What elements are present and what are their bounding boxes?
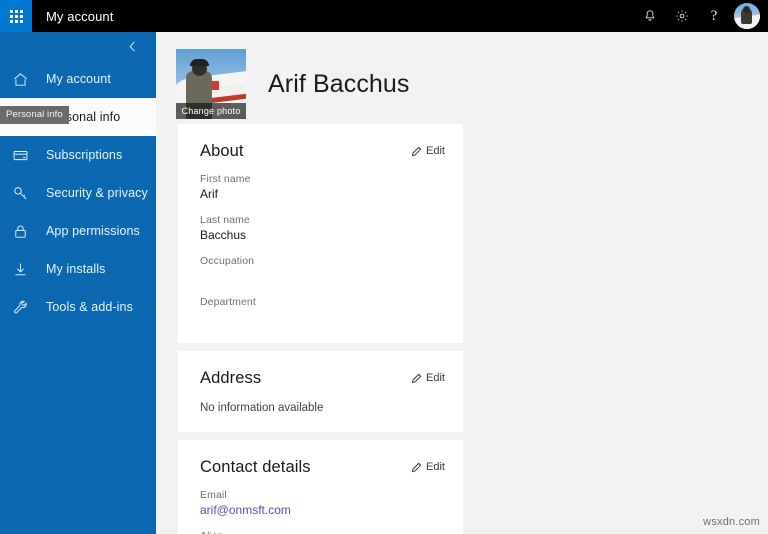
gear-icon[interactable]	[666, 0, 698, 32]
department-value	[200, 310, 445, 325]
sidebar-item-my-account[interactable]: My account	[0, 60, 156, 98]
contact-details-card: Contact details Edit Email arif@onmsft.c…	[178, 440, 463, 534]
home-icon	[12, 71, 40, 88]
help-icon[interactable]: ?	[698, 0, 730, 32]
avatar-head	[743, 6, 750, 13]
last-name-field: Last name Bacchus	[200, 214, 445, 243]
change-photo-button[interactable]: Change photo	[176, 103, 246, 119]
address-card-title: Address	[200, 369, 262, 387]
pencil-icon	[411, 462, 422, 473]
email-field: Email arif@onmsft.com	[200, 489, 445, 518]
key-icon	[12, 185, 40, 202]
email-label: Email	[200, 489, 227, 501]
last-name-label: Last name	[200, 214, 250, 226]
app-title: My account	[46, 8, 114, 24]
watermark: wsxdn.com	[703, 516, 760, 528]
sidebar-item-my-installs[interactable]: My installs	[0, 250, 156, 288]
first-name-label: First name	[200, 173, 251, 185]
address-card: Address Edit No information available	[178, 351, 463, 432]
sidebar-collapse-row	[0, 32, 156, 60]
cards-column: About Edit First name Arif Last name Bac…	[156, 124, 768, 534]
main-content: Change photo Arif Bacchus About Edit Fir…	[156, 32, 768, 534]
department-label: Department	[200, 296, 256, 308]
app-launcher-icon[interactable]	[0, 0, 32, 32]
contact-edit-button[interactable]: Edit	[411, 458, 445, 473]
address-empty-text: No information available	[200, 402, 324, 414]
sidebar-item-label: App permissions	[46, 224, 140, 238]
sidebar-item-app-permissions[interactable]: App permissions	[0, 212, 156, 250]
personal-info-tooltip: Personal info	[0, 106, 69, 124]
bell-icon[interactable]	[634, 0, 666, 32]
first-name-value: Arif	[200, 187, 218, 201]
department-field: Department	[200, 296, 445, 325]
my-account-page: My account ? My account Personal info Su…	[0, 0, 768, 534]
about-card-header: About Edit	[200, 142, 445, 161]
address-edit-label: Edit	[426, 372, 445, 384]
credit-card-icon	[12, 147, 40, 164]
contact-edit-label: Edit	[426, 461, 445, 473]
first-name-field: First name Arif	[200, 173, 445, 202]
page-title: Arif Bacchus	[268, 69, 410, 98]
sidebar-item-subscriptions[interactable]: Subscriptions	[0, 136, 156, 174]
avatar[interactable]	[734, 3, 760, 29]
last-name-value: Bacchus	[200, 228, 247, 242]
about-edit-button[interactable]: Edit	[411, 142, 445, 157]
app-launcher-grid	[9, 9, 23, 23]
sidebar-item-label: Tools & add-ins	[46, 300, 133, 314]
sidebar-item-label: Subscriptions	[46, 148, 123, 162]
sidebar-item-security-privacy[interactable]: Security & privacy	[0, 174, 156, 212]
download-icon	[12, 261, 40, 278]
profile-header: Change photo Arif Bacchus	[156, 32, 768, 124]
contact-card-header: Contact details Edit	[200, 458, 445, 477]
top-app-bar: My account ?	[0, 0, 768, 32]
about-card: About Edit First name Arif Last name Bac…	[178, 124, 463, 343]
sidebar-item-label: My installs	[46, 262, 106, 276]
photo-person-cap	[190, 59, 209, 66]
alias-field: Alias arif	[200, 530, 445, 534]
contact-card-title: Contact details	[200, 458, 311, 476]
occupation-field: Occupation	[200, 255, 445, 284]
wrench-icon	[12, 299, 40, 316]
occupation-label: Occupation	[200, 255, 255, 267]
help-label: ?	[710, 7, 718, 24]
about-edit-label: Edit	[426, 145, 445, 157]
profile-photo[interactable]: Change photo	[176, 49, 246, 119]
lock-icon	[12, 223, 40, 240]
sidebar-item-tools-add-ins[interactable]: Tools & add-ins	[0, 288, 156, 326]
topbar-actions: ?	[634, 0, 768, 32]
sidebar-item-label: Security & privacy	[46, 186, 148, 200]
address-card-header: Address Edit	[200, 369, 445, 388]
chevron-left-icon[interactable]	[127, 40, 138, 53]
occupation-value	[200, 269, 445, 284]
address-edit-button[interactable]: Edit	[411, 369, 445, 384]
sidebar-item-label: My account	[46, 72, 111, 86]
about-card-title: About	[200, 142, 244, 160]
pencil-icon	[411, 373, 422, 384]
email-value[interactable]: arif@onmsft.com	[200, 503, 445, 518]
pencil-icon	[411, 146, 422, 157]
alias-label: Alias	[200, 530, 445, 534]
